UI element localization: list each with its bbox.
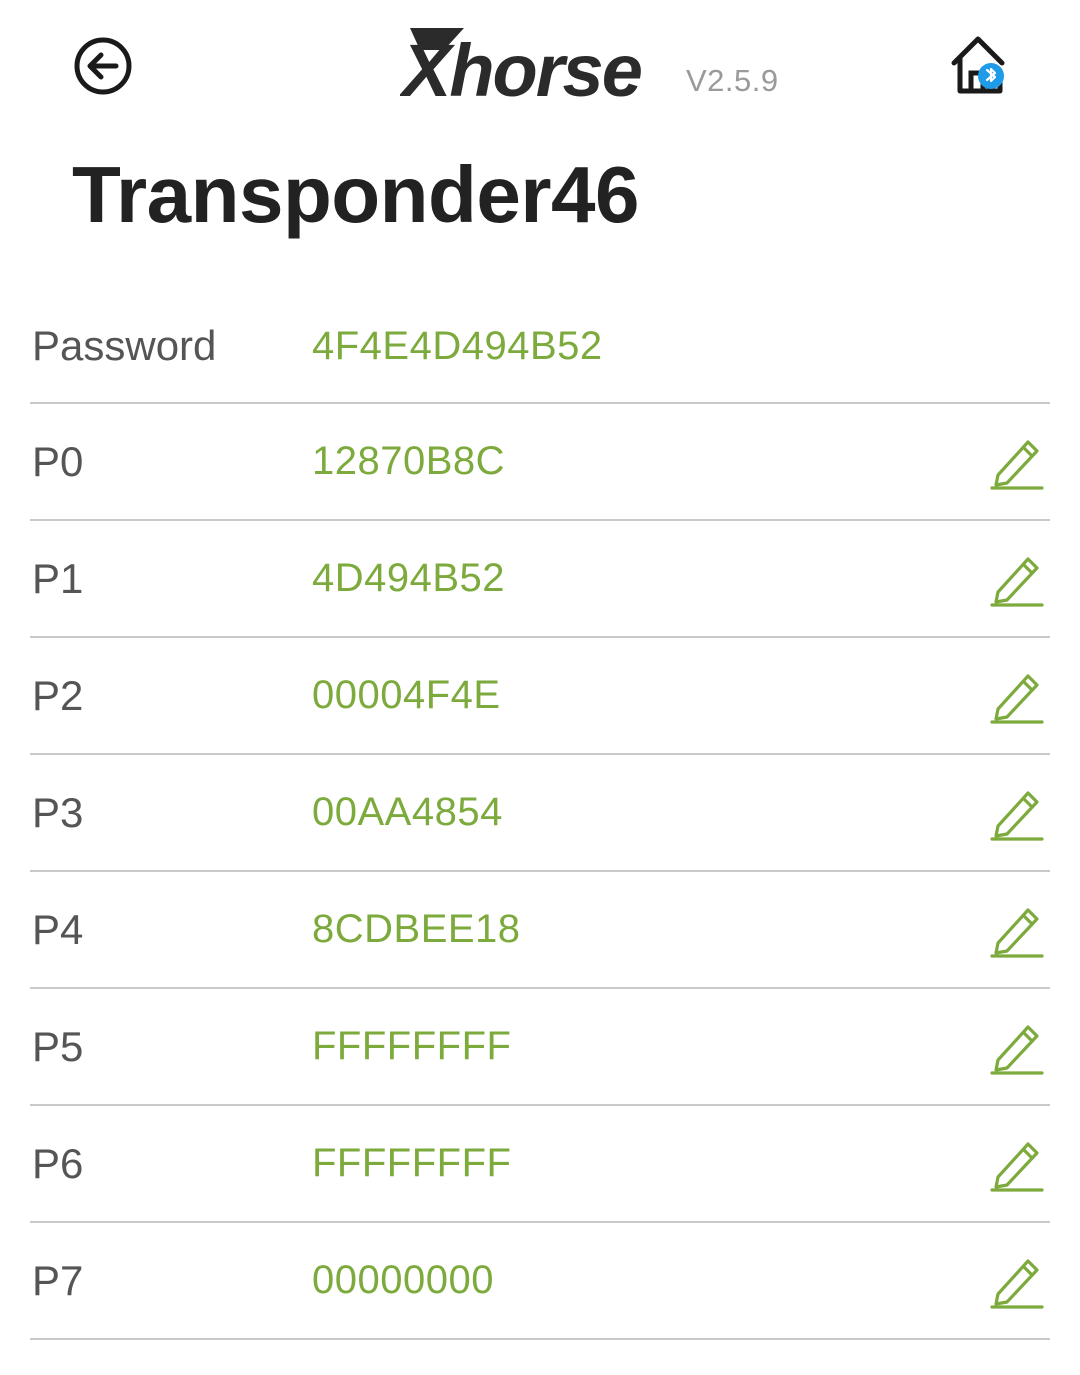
edit-p7-button[interactable] bbox=[988, 1252, 1046, 1310]
app-version: V2.5.9 bbox=[686, 63, 779, 98]
pencil-icon bbox=[990, 439, 1044, 490]
list-item-p4: P4 8CDBEE18 bbox=[30, 872, 1050, 989]
xhorse-logo: Xhorse bbox=[400, 28, 644, 112]
edit-p3-button[interactable] bbox=[988, 784, 1046, 842]
pencil-icon bbox=[990, 907, 1044, 958]
transponder-data-list: Password 4F4E4D494B52 P0 12870B8C P1 4D4… bbox=[30, 290, 1050, 1340]
list-item-p2: P2 00004F4E bbox=[30, 638, 1050, 755]
edit-p5-button[interactable] bbox=[988, 1018, 1046, 1076]
list-item-p0: P0 12870B8C bbox=[30, 404, 1050, 521]
row-label: P6 bbox=[32, 1139, 84, 1187]
back-button[interactable] bbox=[72, 35, 134, 97]
edit-p6-button[interactable] bbox=[988, 1135, 1046, 1193]
row-value: FFFFFFFF bbox=[312, 1024, 512, 1068]
back-arrow-circle-icon bbox=[74, 37, 132, 95]
list-item-password: Password 4F4E4D494B52 bbox=[30, 290, 1050, 404]
edit-p1-button[interactable] bbox=[988, 550, 1046, 608]
pencil-icon bbox=[990, 1141, 1044, 1192]
device-connection-button[interactable] bbox=[944, 30, 1014, 100]
pencil-icon bbox=[990, 790, 1044, 841]
row-value: 00AA4854 bbox=[312, 790, 503, 834]
edit-p4-button[interactable] bbox=[988, 901, 1046, 959]
row-value: 4D494B52 bbox=[312, 556, 506, 600]
row-value: 00004F4E bbox=[312, 673, 501, 717]
row-label: P5 bbox=[32, 1022, 84, 1070]
row-label: P4 bbox=[32, 905, 84, 953]
row-label: P7 bbox=[32, 1256, 84, 1304]
pencil-icon bbox=[990, 1024, 1044, 1075]
pencil-icon bbox=[990, 1258, 1044, 1309]
row-value: 00000000 bbox=[312, 1258, 494, 1302]
row-value: FFFFFFFF bbox=[312, 1141, 512, 1185]
row-value: 4F4E4D494B52 bbox=[312, 323, 603, 368]
list-item-p1: P1 4D494B52 bbox=[30, 521, 1050, 638]
row-label: P2 bbox=[32, 671, 84, 719]
edit-p0-button[interactable] bbox=[988, 433, 1046, 491]
app-header: Xhorse V2.5.9 bbox=[0, 0, 1080, 130]
pencil-icon bbox=[990, 673, 1044, 724]
row-label: P0 bbox=[32, 437, 84, 485]
list-item-p6: P6 FFFFFFFF bbox=[30, 1106, 1050, 1223]
row-label: Password bbox=[32, 322, 217, 369]
edit-p2-button[interactable] bbox=[988, 667, 1046, 725]
list-item-p3: P3 00AA4854 bbox=[30, 755, 1050, 872]
pencil-icon bbox=[990, 556, 1044, 607]
page-title: Transponder46 bbox=[72, 150, 640, 239]
brand: Xhorse V2.5.9 bbox=[400, 22, 779, 112]
row-label: P1 bbox=[32, 554, 84, 602]
row-label: P3 bbox=[32, 788, 84, 836]
row-value: 12870B8C bbox=[312, 439, 506, 483]
row-value: 8CDBEE18 bbox=[312, 907, 521, 951]
list-item-p7: P7 00000000 bbox=[30, 1223, 1050, 1340]
list-item-p5: P5 FFFFFFFF bbox=[30, 989, 1050, 1106]
home-bluetooth-icon bbox=[951, 36, 1005, 94]
